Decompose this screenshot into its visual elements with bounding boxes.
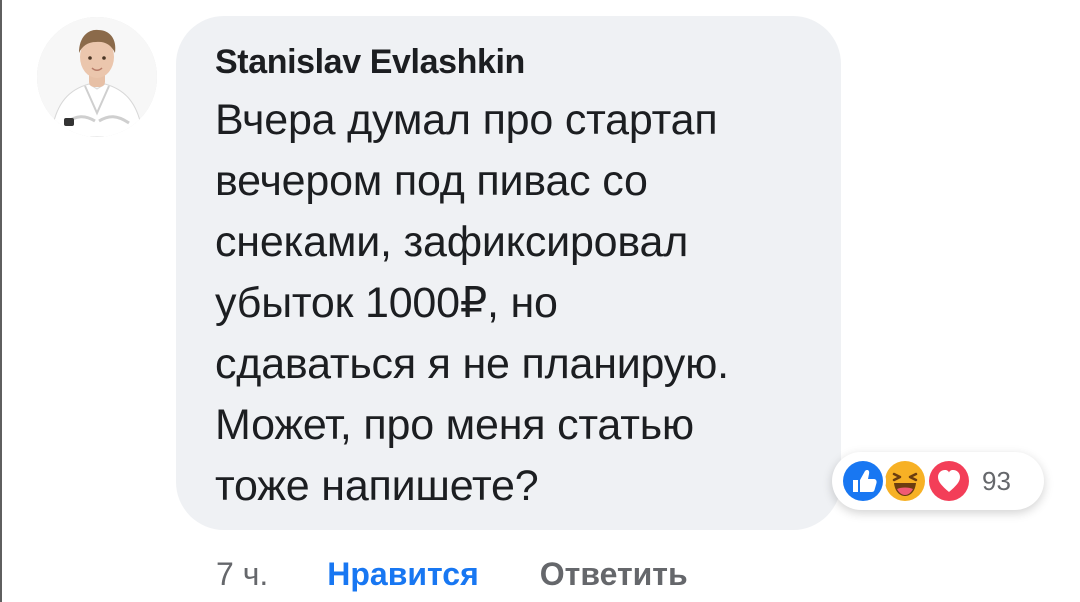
left-border-line [0, 0, 2, 602]
reaction-count: 93 [982, 466, 1011, 496]
comment-actions: 7 ч. Нравится Ответить [216, 546, 688, 602]
like-icon [838, 456, 888, 506]
avatar[interactable] [37, 17, 157, 137]
comment-text-line: тоже напишете? [215, 462, 539, 510]
reaction-summary[interactable]: 93 [832, 452, 1044, 510]
comment-author[interactable]: Stanislav Evlashkin [215, 42, 841, 82]
comment-text-line: убыток 1000₽, но [215, 279, 558, 327]
avatar-photo [37, 17, 157, 137]
reply-button[interactable]: Ответить [540, 556, 688, 593]
comment-text-line: снеками, зафиксировал [215, 218, 689, 266]
comment-screen: Stanislav Evlashkin Вчера думал про стар… [0, 0, 1080, 602]
comment-text: Вчера думал про стартап вечером под пива… [215, 90, 841, 517]
comment-timestamp[interactable]: 7 ч. [216, 556, 268, 593]
love-icon [924, 456, 974, 506]
comment-text-line: Может, про меня статью [215, 401, 694, 449]
comment-text-line: сдаваться я не планирую. [215, 340, 729, 388]
comment-text-line: вечером под пивас со [215, 157, 648, 205]
comment-text-line: Вчера думал про стартап [215, 96, 718, 144]
comment-bubble: Stanislav Evlashkin Вчера думал про стар… [176, 16, 841, 530]
like-button[interactable]: Нравится [327, 556, 479, 593]
